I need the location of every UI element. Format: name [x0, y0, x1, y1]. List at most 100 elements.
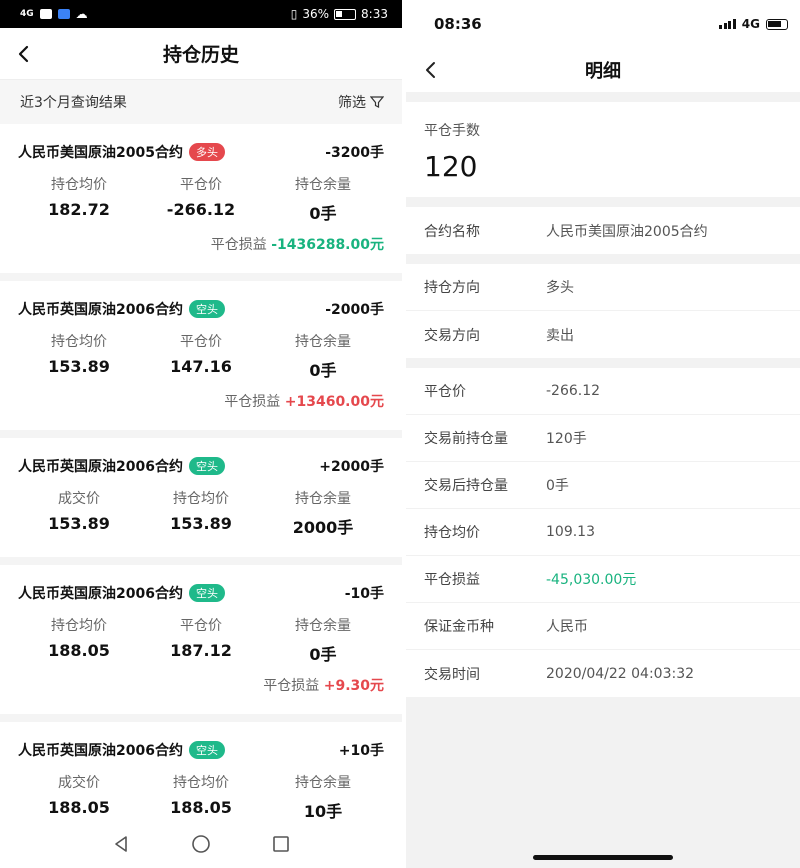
signal-icon	[719, 19, 736, 29]
header: 明细	[406, 48, 800, 92]
trade-qty: -10手	[344, 586, 384, 602]
position-card[interactable]: 人民币英国原油2006合约 空头 +2000手 成交价 153.89 持仓均价 153.89…	[0, 438, 402, 565]
contract-name-wrap: 人民币美国原油2005合约 多头	[18, 142, 225, 162]
divider	[406, 92, 800, 102]
filter-icon	[370, 96, 384, 108]
pnl-value: +9.30元	[323, 678, 384, 694]
detail-value: 卖出	[546, 327, 574, 344]
metric-label: 持仓均价	[51, 334, 107, 350]
metric-label: 成交价	[58, 491, 100, 507]
metric-value: 188.05	[48, 798, 110, 817]
metric-label: 平仓价	[180, 618, 222, 634]
metric-value: -266.12	[166, 200, 236, 219]
direction-badge: 空头	[188, 300, 225, 318]
pnl-value: +13460.00元	[284, 394, 384, 410]
metric-label: 持仓余量	[295, 334, 351, 350]
card-metrics: 持仓均价 182.72 平仓价 -266.12 持仓余量 0手	[18, 174, 384, 224]
metric-value: 10手	[303, 802, 343, 821]
detail-row: 平仓价 -266.12	[406, 368, 800, 415]
card-metrics: 成交价 153.89 持仓均价 153.89 持仓余量 2000手	[18, 488, 384, 538]
detail-row: 平仓损益 -45,030.00元	[406, 556, 800, 603]
detail-key: 交易时间	[424, 666, 480, 683]
position-list: 人民币美国原油2005合约 多头 -3200手 持仓均价 182.72 平仓价 -266.1…	[0, 124, 402, 849]
detail-key: 平仓价	[424, 384, 466, 400]
detail-value: 120手	[546, 431, 587, 447]
card-metrics: 持仓均价 153.89 平仓价 147.16 持仓余量 0手	[18, 331, 384, 381]
metric: 持仓余量 0手	[262, 331, 384, 381]
position-card[interactable]: 人民币英国原油2006合约 空头 -2000手持仓均价 153.89 平仓价 147.16…	[0, 281, 402, 438]
metric: 持仓余量 0手	[262, 174, 384, 224]
left-screen: 4G ☁ ▯ 36% 8:33 持仓历史 近3个月查询结果 筛选 人民币美国原油…	[0, 0, 402, 868]
direction-badge: 多头	[188, 143, 225, 161]
close-qty-section: 平仓手数 120	[406, 102, 800, 197]
detail-row: 持仓均价 109.13	[406, 509, 800, 556]
metric: 持仓均价 188.05	[18, 615, 140, 665]
card-header: 人民币英国原油2006合约 空头 -2000手	[18, 299, 384, 319]
detail-section: 持仓方向 多头 交易方向 卖出	[406, 264, 800, 358]
page-title: 明细	[585, 61, 621, 82]
detail-list: 合约名称 人民币美国原油2005合约 持仓方向 多头 交易方向 卖出 平仓价 -266.12 交…	[406, 197, 800, 697]
metric-value: 153.89	[48, 514, 110, 533]
metric: 持仓余量 2000手	[262, 488, 384, 538]
vibrate-icon: ▯	[290, 7, 298, 21]
filter-button[interactable]: 筛选	[338, 92, 384, 112]
nav-recents-icon[interactable]	[271, 834, 291, 854]
status-time: 8:33	[361, 7, 388, 21]
card-header: 人民币美国原油2005合约 多头 -3200手	[18, 142, 384, 162]
metric-value: 153.89	[48, 357, 110, 376]
metric-label: 成交价	[58, 775, 100, 791]
metric-value: 147.16	[170, 357, 232, 376]
direction-badge: 空头	[188, 457, 225, 475]
metric: 持仓均价 188.05	[140, 772, 262, 822]
filter-bar: 近3个月查询结果 筛选	[0, 80, 402, 124]
back-arrow-icon[interactable]	[420, 59, 442, 81]
detail-value: -266.12	[546, 383, 601, 399]
contract-name-wrap: 人民币英国原油2006合约 空头	[18, 740, 225, 760]
nav-back-icon[interactable]	[111, 834, 131, 854]
divider	[406, 358, 800, 368]
contract-name: 人民币英国原油2006合约	[18, 743, 183, 759]
metric-value: 0手	[309, 204, 337, 223]
card-header: 人民币英国原油2006合约 空头 -10手	[18, 583, 384, 603]
status-bar: 4G ☁ ▯ 36% 8:33	[0, 0, 402, 28]
metric-label: 平仓价	[180, 334, 222, 350]
metric-value: 153.89	[170, 514, 232, 533]
metric: 平仓价 -266.12	[140, 174, 262, 224]
back-arrow-icon[interactable]	[12, 42, 36, 66]
pnl-label: 平仓损益	[224, 394, 281, 410]
divider	[406, 197, 800, 207]
metric-value: 182.72	[48, 200, 110, 219]
detail-value: 多头	[546, 280, 574, 296]
detail-value: 人民币美国原油2005合约	[546, 223, 708, 240]
position-card[interactable]: 人民币美国原油2005合约 多头 -3200手 持仓均价 182.72 平仓价 -266.1…	[0, 124, 402, 281]
pnl-row: 平仓损益 -1436288.00元	[18, 234, 384, 254]
close-qty-value: 120	[424, 150, 478, 183]
notification-icon	[39, 9, 52, 19]
detail-key: 交易方向	[424, 327, 480, 344]
card-header: 人民币英国原油2006合约 空头 +2000手	[18, 456, 384, 476]
detail-row: 交易方向 卖出	[406, 311, 800, 358]
contract-name: 人民币英国原油2006合约	[18, 459, 183, 475]
cloud-icon: ☁	[75, 7, 88, 21]
trade-qty: -3200手	[325, 145, 384, 161]
card-header: 人民币英国原油2006合约 空头 +10手	[18, 740, 384, 760]
home-indicator	[533, 855, 673, 860]
metric: 持仓均价 153.89	[18, 331, 140, 381]
page-title: 持仓历史	[162, 44, 239, 66]
detail-row: 交易时间 2020/04/22 04:03:32	[406, 650, 800, 697]
pnl-value: -1436288.00元	[271, 237, 384, 253]
pnl-row: 平仓损益 +9.30元	[18, 675, 384, 695]
detail-key: 平仓损益	[424, 572, 480, 588]
detail-value: 人民币	[546, 619, 588, 635]
direction-badge: 空头	[188, 741, 225, 759]
top-area: 08:36 4G 明细	[406, 0, 800, 92]
metric-value: 0手	[309, 645, 337, 664]
metric-label: 持仓余量	[295, 775, 351, 791]
position-card[interactable]: 人民币英国原油2006合约 空头 -10手 持仓均价 188.05 平仓价 187.12 持仓…	[0, 565, 402, 722]
network-label: 4G	[741, 17, 760, 31]
right-screen: 08:36 4G 明细 平仓手数 120 合约名称 人民币美国原油2005合约 持仓…	[406, 0, 800, 868]
card-metrics: 成交价 188.05 持仓均价 188.05 持仓余量 10手	[18, 772, 384, 822]
detail-key: 持仓均价	[424, 525, 480, 541]
nav-home-icon[interactable]	[191, 834, 211, 854]
contract-name: 人民币英国原油2006合约	[18, 586, 183, 602]
